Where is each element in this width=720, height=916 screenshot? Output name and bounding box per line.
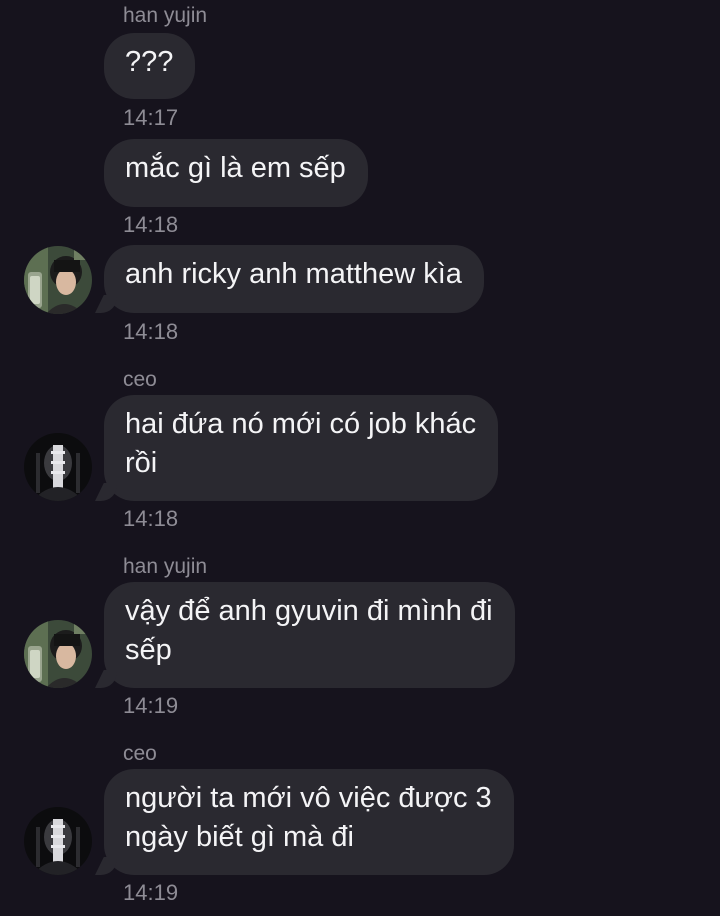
message-timestamp: 14:19 [123,880,179,905]
message-timestamp: 14:18 [123,212,179,237]
message-bubble[interactable]: ??? [104,33,196,99]
ceo-avatar[interactable] [24,807,92,875]
message-bubble[interactable]: hai đứa nó mới có job khác rồi [104,395,499,501]
chat-thread[interactable]: han yujin ??? 14:17 mắc gì là em sếp 14:… [0,0,720,916]
avatar-photo-icon [24,620,92,688]
sender-name: ceo [123,368,157,391]
message-bubble[interactable]: vậy để anh gyuvin đi mình đi sếp [104,582,515,688]
message-timestamp: 14:18 [123,319,179,344]
message-bubble[interactable]: anh ricky anh matthew kìa [104,245,484,313]
message-bubble[interactable]: mắc gì là em sếp [104,139,368,207]
sender-name: ceo [123,742,157,765]
sender-name: han yujin [123,4,208,27]
message-timestamp: 14:18 [123,506,179,531]
han-yujin-avatar[interactable] [24,620,92,688]
sender-name: han yujin [123,555,208,578]
avatar-photo-icon [24,433,92,501]
ceo-avatar[interactable] [24,433,92,501]
message-bubble[interactable]: người ta mới vô việc được 3 ngày biết gì… [104,769,514,875]
avatar-photo-icon [24,246,92,314]
han-yujin-avatar[interactable] [24,246,92,314]
message-timestamp: 14:17 [123,105,179,130]
avatar-photo-icon [24,807,92,875]
message-timestamp: 14:19 [123,693,179,718]
